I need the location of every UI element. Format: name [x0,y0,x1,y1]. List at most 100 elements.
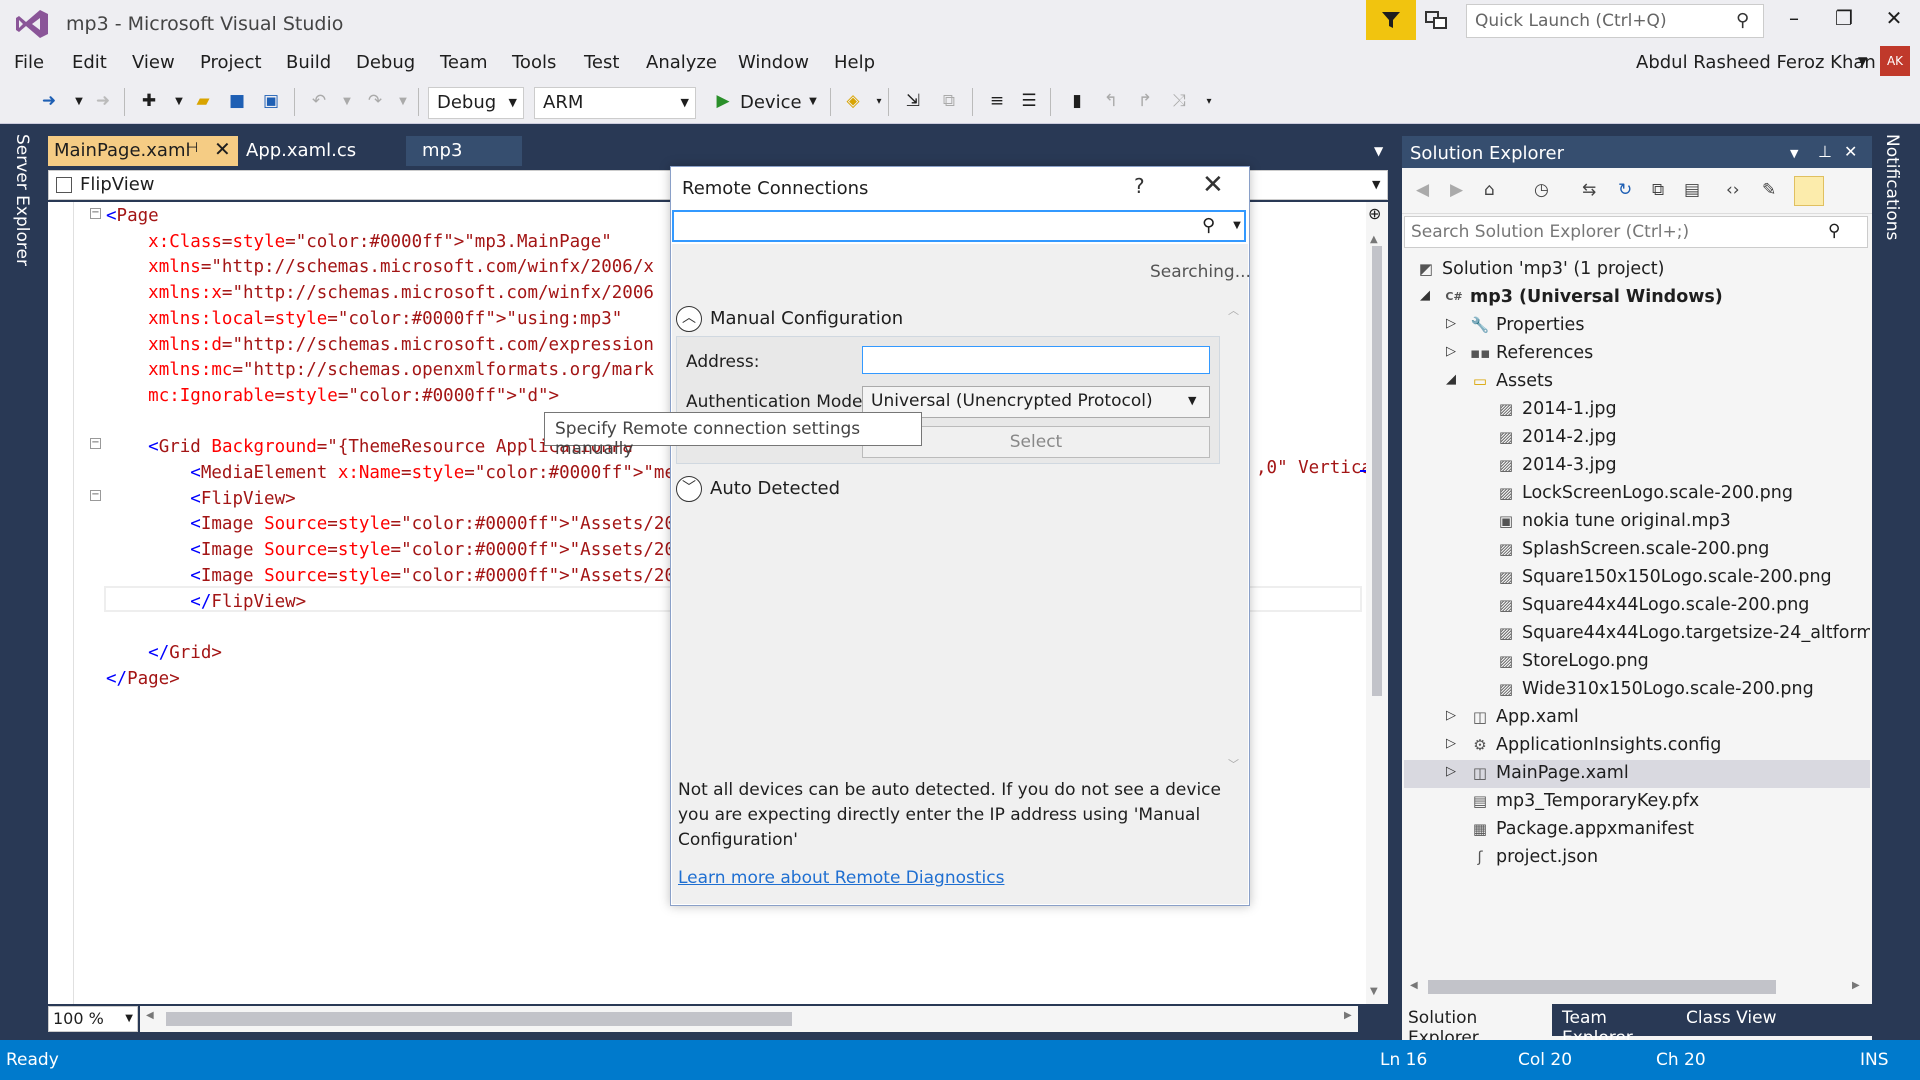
notifications-filter-button[interactable] [1366,0,1416,40]
device-search-input[interactable] [672,210,1246,242]
search-icon[interactable]: ⚲ [1202,215,1215,236]
tree-item[interactable]: ▨ Square44x44Logo.targetsize-24_altform-u… [1404,620,1870,648]
step-over-icon[interactable]: ⧉ [936,88,962,114]
open-folder-icon[interactable]: ▰ [190,88,216,114]
step-into-icon[interactable]: ⇲ [900,88,926,114]
pin-icon[interactable]: ⊣ [186,140,198,156]
clear-bookmarks-icon[interactable]: ⤨ [1166,88,1192,114]
tree-item[interactable]: ▷ 🔧 Properties [1404,312,1870,340]
decrease-indent-icon[interactable]: ≡ [984,88,1010,114]
chevron-down-icon[interactable]: ▼ [1858,54,1867,68]
refresh-icon[interactable]: ↻ [1618,180,1632,200]
tab-app-xaml-cs[interactable]: App.xaml.cs [240,136,400,166]
tab-class-view[interactable]: Class View [1680,1004,1790,1036]
scroll-up-icon[interactable]: ︿ [1228,302,1239,318]
solution-platform-select[interactable]: ARM ▼ [534,87,696,119]
chevron-down-icon[interactable]: ▼ [1230,212,1244,240]
expand-arrow-icon[interactable]: ▷ [1446,708,1456,723]
run-target-label[interactable]: Device [740,92,802,113]
start-debugging-icon[interactable]: ▶ [710,88,736,114]
expand-arrow-icon[interactable]: ▷ [1446,764,1456,779]
scroll-down-icon[interactable]: ▼ [1370,986,1378,997]
bookmark-icon[interactable]: ▮ [1064,88,1090,114]
scroll-left-icon[interactable]: ◀ [1410,980,1418,991]
menu-tools[interactable]: Tools [512,52,556,73]
tab-solution-explorer[interactable]: Solution Explorer [1402,1004,1552,1048]
scrollbar-thumb[interactable] [166,1012,792,1026]
close-icon[interactable]: ✕ [1202,170,1224,200]
tree-item[interactable]: ▨ LockScreenLogo.scale-200.png [1404,480,1870,508]
pending-changes-icon[interactable]: ◷ [1534,180,1549,200]
tree-item[interactable]: ▨ 2014-1.jpg [1404,396,1870,424]
wrench-icon[interactable]: ✎ [1762,180,1776,200]
tab-mp3[interactable]: mp3 [406,136,522,166]
tree-item[interactable]: ▷ ⚙ ApplicationInsights.config [1404,732,1870,760]
collapse-icon[interactable]: − [90,490,101,501]
chevron-down-icon[interactable]: ▼ [1790,147,1798,160]
tree-item[interactable]: ▨ StoreLogo.png [1404,648,1870,676]
menu-file[interactable]: File [14,52,44,73]
menu-build[interactable]: Build [286,52,331,73]
menu-help[interactable]: Help [834,52,875,73]
tab-team-explorer[interactable]: Team Explorer [1556,1004,1676,1048]
search-icon[interactable]: ⚲ [1736,10,1749,31]
redo-icon[interactable]: ↷ [362,88,388,114]
new-project-icon[interactable]: ✚ [136,88,162,114]
tree-item[interactable]: ◢ ▭ Assets [1404,368,1870,396]
notifications-tab[interactable]: Notifications [1882,134,1902,240]
scroll-down-icon[interactable]: ﹀ [1228,756,1239,772]
preview-selected-items-button[interactable] [1794,176,1824,206]
expand-arrow-icon[interactable]: ▷ [1446,316,1456,331]
tree-item[interactable]: ▨ Square150x150Logo.scale-200.png [1404,564,1870,592]
collapse-all-icon[interactable]: ⧉ [1652,180,1664,200]
tree-item[interactable]: ▤ mp3_TemporaryKey.pfx [1404,788,1870,816]
scroll-right-icon[interactable]: ▶ [1344,1010,1352,1021]
tree-item[interactable]: ▨ Wide310x150Logo.scale-200.png [1404,676,1870,704]
menu-debug[interactable]: Debug [356,52,415,73]
chevron-down-icon[interactable]: ▼ [166,88,192,114]
tree-item[interactable]: ▨ 2014-3.jpg [1404,452,1870,480]
forward-icon[interactable]: ▶ [1450,180,1463,200]
help-button[interactable]: ? [1134,174,1145,198]
navigation-element[interactable]: FlipView [80,174,155,195]
collapse-arrow-icon[interactable]: ◢ [1420,288,1430,303]
collapse-icon[interactable]: − [90,438,101,449]
home-icon[interactable]: ⌂ [1484,180,1495,200]
scroll-right-icon[interactable]: ▶ [1852,980,1860,991]
chevron-down-icon[interactable]: ▼ [1374,144,1383,158]
search-icon[interactable]: ⚲ [1828,221,1840,241]
scroll-up-icon[interactable]: ▲ [1370,234,1378,245]
tree-item[interactable]: ▷ ▪▪ References [1404,340,1870,368]
chevron-down-icon[interactable]: ▼ [1372,178,1380,191]
tree-item[interactable]: ▨ 2014-2.jpg [1404,424,1870,452]
tree-item[interactable]: ▦ Package.appxmanifest [1404,816,1870,844]
save-icon[interactable]: ■ [224,88,250,114]
undo-icon[interactable]: ↶ [306,88,332,114]
feedback-icon[interactable] [1424,8,1450,32]
user-account-name[interactable]: Abdul Rasheed Feroz Khan [1636,52,1876,73]
menu-view[interactable]: View [132,52,175,73]
collapse-arrow-icon[interactable]: ◢ [1446,372,1456,387]
tree-item[interactable]: ▨ SplashScreen.scale-200.png [1404,536,1870,564]
avatar[interactable]: AK [1880,46,1910,76]
chevron-up-icon[interactable]: ︿ [676,306,702,332]
toolbar-overflow-icon[interactable]: ▾ [1196,88,1222,114]
view-code-icon[interactable]: ‹› [1726,180,1740,200]
tree-item[interactable]: ▨ Square44x44Logo.scale-200.png [1404,592,1870,620]
remote-diagnostics-link[interactable]: Learn more about Remote Diagnostics [678,868,1004,888]
tree-item[interactable]: ʃ project.json [1404,844,1870,872]
menu-test[interactable]: Test [584,52,619,73]
find-in-files-icon[interactable]: ◈ [840,88,866,114]
close-icon[interactable]: ✕ [214,137,231,161]
scroll-left-icon[interactable]: ◀ [146,1010,154,1021]
sync-icon[interactable]: ⇆ [1582,180,1596,200]
tree-item[interactable]: ◢ C# mp3 (Universal Windows) [1404,284,1870,312]
server-explorer-tab[interactable]: Server Explorer [12,134,32,266]
split-icon[interactable]: ⊕ [1368,204,1381,223]
next-bookmark-icon[interactable]: ↱ [1132,88,1158,114]
zoom-select[interactable]: 100 % ▼ [48,1006,138,1032]
chevron-down-icon[interactable]: ▼ [334,88,360,114]
scrollbar-thumb[interactable] [1428,980,1776,994]
expand-arrow-icon[interactable]: ▷ [1446,736,1456,751]
menu-project[interactable]: Project [200,52,262,73]
